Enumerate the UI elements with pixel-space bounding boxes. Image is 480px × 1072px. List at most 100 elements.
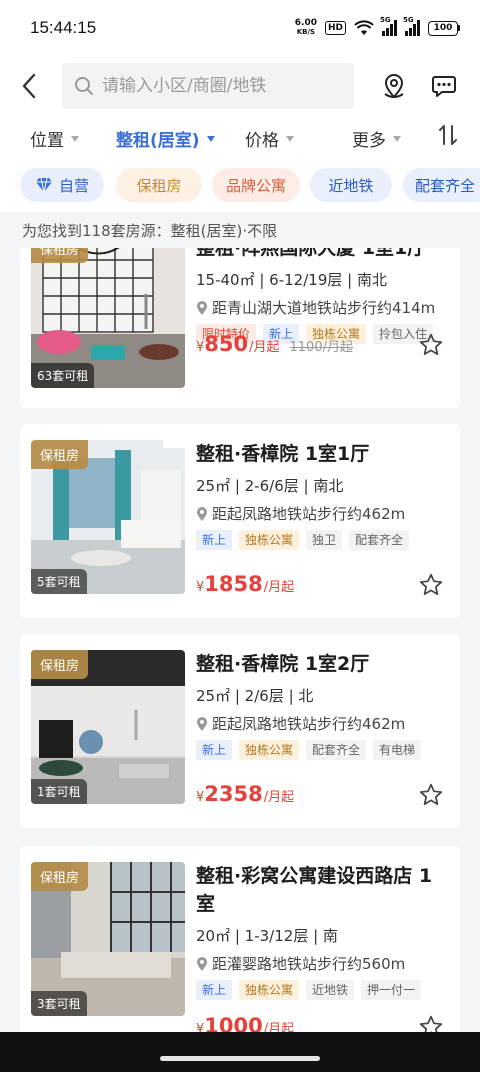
caret-down-icon (286, 135, 294, 142)
wifi-icon (354, 20, 374, 35)
system-nav-bar (0, 1032, 480, 1072)
chip-brand-apartment[interactable]: 品牌公寓 (212, 168, 300, 202)
favorite-star-icon[interactable] (418, 332, 444, 358)
hd-icon: HD (324, 21, 346, 35)
location-pin-icon (197, 301, 207, 315)
tag: 独栋公寓 (239, 980, 300, 1000)
listing-badge: 保租房 (31, 440, 89, 469)
listing-photo: 保租房 1套可租 (31, 650, 185, 804)
listing-photo: 保租房 63套可租 (31, 248, 185, 388)
listing-card[interactable]: 保租房 1套可租 整租·香樟院 1室2厅 25㎡ | 2/6层 | 北 距起凤路… (20, 634, 460, 828)
chat-icon (432, 76, 456, 97)
signal-icon-2: 5G (403, 16, 420, 36)
available-count: 1套可租 (31, 779, 87, 804)
tag: 新上 (196, 980, 233, 1000)
listing-info: 整租·阵燕国际大厦 1室1厅 15-40㎡ | 6-12/19层 | 南北 距青… (196, 248, 448, 344)
listing-photo: 保租房 3套可租 (31, 862, 185, 1016)
message-button[interactable] (424, 66, 464, 106)
location-pin-icon (197, 957, 207, 971)
caret-down-icon (71, 135, 79, 142)
chip-fully-equipped[interactable]: 配套齐全 (403, 168, 480, 202)
favorite-star-icon[interactable] (418, 1014, 444, 1032)
listing-title: 整租·彩窝公寓建设西路店 1室 (196, 865, 433, 915)
map-pin-icon (384, 74, 404, 99)
tag: 有电梯 (373, 740, 422, 760)
tag: 配套齐全 (349, 530, 410, 550)
chip-self-operated[interactable]: 自营 (20, 168, 104, 202)
status-bar: 15:44:15 6.00 KB/S HD 5G 5G 100 (0, 0, 480, 56)
caret-down-icon (206, 135, 215, 142)
listing-title: 整租·香樟院 1室2厅 (196, 653, 370, 675)
quick-filter-chips: 自营 保租房 品牌公寓 近地铁 配套齐全 (0, 160, 480, 212)
available-count: 3套可租 (31, 991, 87, 1016)
listing-tags: 新上 独栋公寓 独卫 配套齐全 (196, 530, 448, 550)
listing-spec: 15-40㎡ | 6-12/19层 | 南北 (196, 271, 387, 289)
listing-card[interactable]: 保租房 5套可租 整租·香樟院 1室1厅 25㎡ | 2-6/6层 | 南北 距… (20, 424, 460, 618)
listing-title: 整租·香樟院 1室1厅 (196, 443, 370, 465)
listing-card[interactable]: 保租房 63套可租 整租·阵燕国际大厦 1室1厅 15-40㎡ | 6-12/1… (20, 248, 460, 408)
tag: 独栋公寓 (239, 530, 300, 550)
listing-card[interactable]: 保租房 3套可租 整租·彩窝公寓建设西路店 1室 20㎡ | 1-3/12层 |… (20, 846, 460, 1032)
listing-photo: 保租房 5套可租 (31, 440, 185, 594)
favorite-star-icon[interactable] (418, 572, 444, 598)
listing-location: 距灌婴路地铁站步行约560m (196, 954, 448, 974)
filter-rooms[interactable]: 整租(居室) (116, 126, 215, 151)
favorite-star-icon[interactable] (418, 782, 444, 808)
signal-icon: 5G (380, 16, 397, 36)
network-speed: 6.00 KB/S (294, 18, 317, 37)
location-pin-icon (197, 507, 207, 521)
available-count: 5套可租 (31, 569, 87, 594)
listing-badge: 保租房 (31, 248, 89, 263)
caret-down-icon (393, 135, 401, 142)
listing-info: 整租·香樟院 1室2厅 25㎡ | 2/6层 | 北 距起凤路地铁站步行约462… (196, 650, 448, 760)
listing-spec: 25㎡ | 2-6/6层 | 南北 (196, 477, 344, 495)
listing-info: 整租·香樟院 1室1厅 25㎡ | 2-6/6层 | 南北 距起凤路地铁站步行约… (196, 440, 448, 550)
filter-location[interactable]: 位置 (30, 126, 79, 151)
listing-spec: 25㎡ | 2/6层 | 北 (196, 687, 314, 705)
listing-list[interactable]: 保租房 63套可租 整租·阵燕国际大厦 1室1厅 15-40㎡ | 6-12/1… (0, 248, 480, 1032)
tag: 新上 (196, 530, 233, 550)
listing-price: ¥ 1000 /月起 (196, 1014, 295, 1032)
map-button[interactable] (374, 66, 414, 106)
filter-price[interactable]: 价格 (245, 126, 294, 151)
back-button[interactable] (14, 66, 44, 106)
search-icon (75, 77, 93, 95)
listing-info: 整租·彩窝公寓建设西路店 1室 20㎡ | 1-3/12层 | 南 距灌婴路地铁… (196, 862, 448, 1000)
listing-location: 距青山湖大道地铁站步行约414m (196, 298, 448, 318)
listing-tags: 新上 独栋公寓 近地铁 押一付一 (196, 980, 448, 1000)
home-gesture-bar[interactable] (160, 1056, 320, 1061)
tag: 独卫 (306, 530, 343, 550)
chip-affordable-housing[interactable]: 保租房 (116, 168, 202, 202)
sort-button[interactable] (438, 124, 458, 151)
battery-icon: 100 (428, 20, 460, 36)
tag: 押一付一 (361, 980, 422, 1000)
result-count: 为您找到118套房源：整租(居室)·不限 (0, 212, 480, 248)
listing-title: 整租·阵燕国际大厦 1室1厅 (196, 248, 427, 259)
listing-badge: 保租房 (31, 650, 89, 679)
listing-price: ¥ 850 /月起 1100/月起 (196, 332, 353, 356)
tag: 新上 (196, 740, 233, 760)
listing-badge: 保租房 (31, 862, 89, 891)
tag: 独栋公寓 (239, 740, 300, 760)
tag: 配套齐全 (306, 740, 367, 760)
location-pin-icon (197, 717, 207, 731)
clock: 15:44:15 (30, 18, 97, 37)
search-input[interactable] (102, 76, 332, 96)
listing-tags: 新上 独栋公寓 配套齐全 有电梯 (196, 740, 448, 760)
listing-price: ¥ 1858 /月起 (196, 572, 295, 596)
diamond-icon (35, 177, 52, 193)
listing-spec: 20㎡ | 1-3/12层 | 南 (196, 927, 338, 945)
filter-bar: 位置 整租(居室) 价格 更多 (0, 116, 480, 160)
available-count: 63套可租 (31, 363, 95, 388)
chip-near-subway[interactable]: 近地铁 (310, 168, 392, 202)
filter-more[interactable]: 更多 (352, 126, 401, 151)
top-bar (0, 56, 480, 116)
status-icons: 6.00 KB/S HD 5G 5G 100 (294, 16, 460, 37)
chevron-left-icon (22, 73, 36, 99)
search-bar[interactable] (62, 63, 354, 109)
listing-price: ¥ 2358 /月起 (196, 782, 295, 806)
listing-location: 距起凤路地铁站步行约462m (196, 714, 448, 734)
tag: 近地铁 (306, 980, 355, 1000)
listing-location: 距起凤路地铁站步行约462m (196, 504, 448, 524)
sort-icon (439, 125, 457, 145)
